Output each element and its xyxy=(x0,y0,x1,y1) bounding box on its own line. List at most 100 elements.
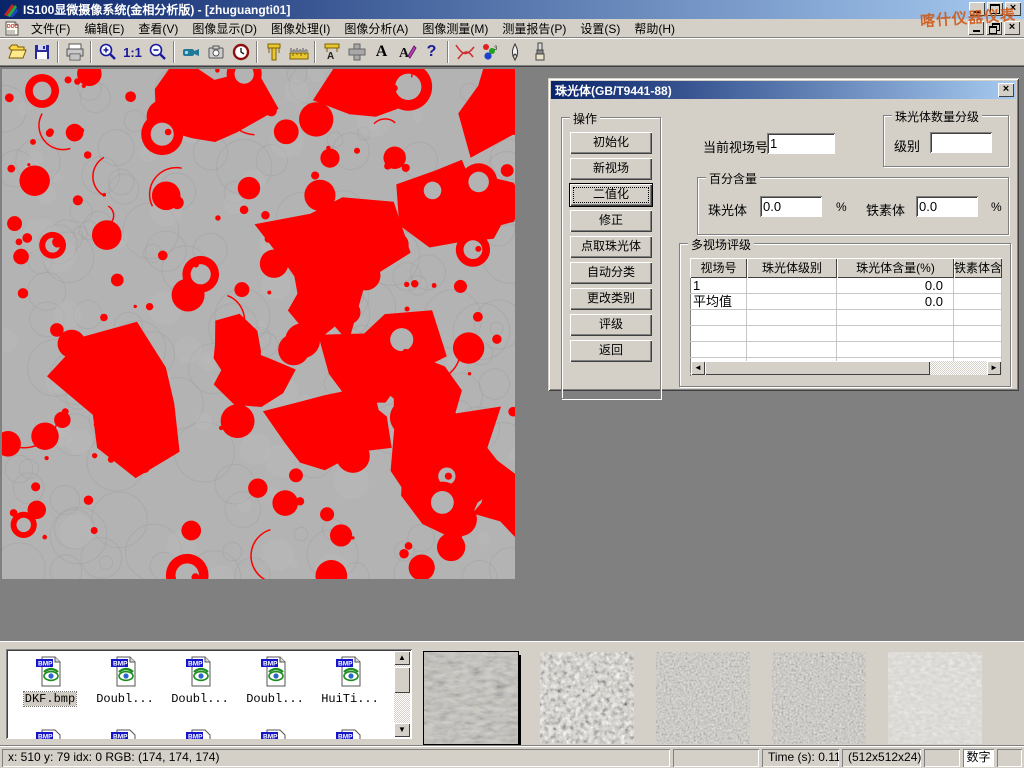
menu-measure-report[interactable]: 测量报告(P) xyxy=(495,19,573,38)
thumbnail-4[interactable] xyxy=(772,652,866,744)
help-button[interactable]: ? xyxy=(419,40,444,64)
menu-image-measure[interactable]: 图像测量(M) xyxy=(415,19,495,38)
scroll-thumb[interactable] xyxy=(394,667,410,693)
file-item-partial[interactable]: BMP xyxy=(314,727,386,739)
metallographic-image[interactable] xyxy=(2,69,515,579)
return-button[interactable]: 返回 xyxy=(570,340,652,362)
thumbnail-2[interactable] xyxy=(540,652,634,744)
change-class-button[interactable]: 更改类别 xyxy=(570,288,652,310)
minimize-button[interactable] xyxy=(969,2,985,16)
mdi-close-button[interactable]: × xyxy=(1004,21,1020,35)
grade-input[interactable] xyxy=(930,132,992,153)
dialog-close-button[interactable]: × xyxy=(998,83,1014,97)
rating-table[interactable]: 视场号 珠光体级别 珠光体含量(%) 铁素体含量(%) 1 0.0 平均值 0.… xyxy=(690,258,1002,376)
file-name[interactable]: Doubl... xyxy=(170,692,230,706)
zoom-in-icon xyxy=(98,42,118,62)
operations-group-label: 操作 xyxy=(570,110,600,127)
file-name[interactable]: Doubl... xyxy=(95,692,155,706)
col-field-no[interactable]: 视场号 xyxy=(690,258,747,278)
col-ferrite-content[interactable]: 铁素体含量(%) xyxy=(954,258,1002,278)
grid-tool-button[interactable] xyxy=(344,40,369,64)
text-tool-button[interactable]: A xyxy=(369,40,394,64)
svg-text:BMP: BMP xyxy=(263,734,278,740)
brush-tool-button[interactable] xyxy=(527,40,552,64)
file-item[interactable]: BMP DKF.bmp xyxy=(14,654,86,706)
close-button[interactable]: × xyxy=(1005,2,1021,16)
dialog-title-bar[interactable]: 珠光体(GB/T9441-88) × xyxy=(551,81,1016,99)
timer-button[interactable] xyxy=(228,40,253,64)
pen-tool-button[interactable] xyxy=(502,40,527,64)
snapshot-button[interactable] xyxy=(203,40,228,64)
col-pearlite-content[interactable]: 珠光体含量(%) xyxy=(837,258,954,278)
actual-size-button[interactable]: 1:1 xyxy=(120,40,145,64)
menu-image-processing[interactable]: 图像处理(I) xyxy=(264,19,337,38)
menu-image-display[interactable]: 图像显示(D) xyxy=(185,19,264,38)
rate-button[interactable]: 评级 xyxy=(570,314,652,336)
menu-view[interactable]: 查看(V) xyxy=(131,19,185,38)
file-item-partial[interactable]: BMP xyxy=(239,727,311,739)
title-bar: IS100显微摄像系统(金相分析版) - [zhuguangti01] × xyxy=(0,0,1024,19)
file-name-selected[interactable]: DKF.bmp xyxy=(24,692,76,706)
thumbnail-1[interactable] xyxy=(424,652,518,744)
scroll-track[interactable] xyxy=(705,361,987,375)
svg-text:3: 3 xyxy=(494,46,498,52)
menu-image-analysis[interactable]: 图像分析(A) xyxy=(337,19,415,38)
auto-classify-button[interactable]: 自动分类 xyxy=(570,262,652,284)
svg-text:BMP: BMP xyxy=(263,661,278,668)
pen-nib-icon xyxy=(506,42,524,62)
video-capture-button[interactable] xyxy=(178,40,203,64)
mdi-minimize-button[interactable] xyxy=(968,21,984,35)
correct-button[interactable]: 修正 xyxy=(570,210,652,232)
svg-text:A: A xyxy=(399,46,410,61)
grade-group-label: 珠光体数量分级 xyxy=(892,108,982,125)
svg-text:BMP: BMP xyxy=(38,661,53,668)
init-button[interactable]: 初始化 xyxy=(570,132,652,154)
thumbnail-3[interactable] xyxy=(656,652,750,744)
measure-label-button[interactable]: A xyxy=(319,40,344,64)
file-item[interactable]: BMP HuiTi... xyxy=(314,654,386,706)
scroll-up-arrow[interactable]: ▲ xyxy=(394,651,410,665)
menu-settings[interactable]: 设置(S) xyxy=(573,19,627,38)
pick-pearlite-button[interactable]: 点取珠光体 xyxy=(570,236,652,258)
thumbnail-5[interactable] xyxy=(888,652,982,744)
multifield-group-label: 多视场评级 xyxy=(688,236,754,253)
file-item[interactable]: BMP Doubl... xyxy=(164,654,236,706)
open-folder-icon xyxy=(7,42,27,62)
file-name[interactable]: HuiTi... xyxy=(320,692,380,706)
zoom-out-button[interactable] xyxy=(145,40,170,64)
table-row: 平均值 0.0 xyxy=(690,294,1002,310)
menu-help[interactable]: 帮助(H) xyxy=(627,19,682,38)
ruler-button[interactable] xyxy=(286,40,311,64)
new-field-button[interactable]: 新视场 xyxy=(570,158,652,180)
menu-edit[interactable]: 编辑(E) xyxy=(77,19,131,38)
col-pearlite-grade[interactable]: 珠光体级别 xyxy=(747,258,837,278)
current-field-input[interactable] xyxy=(767,133,835,154)
file-item[interactable]: BMP Doubl... xyxy=(239,654,311,706)
file-item-partial[interactable]: BMP xyxy=(164,727,236,739)
ferrite-percent-input[interactable] xyxy=(916,196,978,217)
scroll-thumb[interactable] xyxy=(705,361,930,375)
file-item-partial[interactable]: BMP xyxy=(89,727,161,739)
menu-file[interactable]: 文件(F) xyxy=(24,19,77,38)
annotate-tool-button[interactable]: A xyxy=(394,40,419,64)
file-item[interactable]: BMP Doubl... xyxy=(89,654,161,706)
marker-tool-button[interactable]: 3 xyxy=(477,40,502,64)
file-item-partial[interactable]: BMP xyxy=(14,727,86,739)
binarize-button[interactable]: 二值化 xyxy=(570,184,652,206)
open-button[interactable] xyxy=(4,40,29,64)
table-hscrollbar[interactable]: ◄ ► xyxy=(691,361,1001,375)
filelist-vscrollbar[interactable]: ▲ ▼ xyxy=(394,651,410,737)
pearlite-percent-input[interactable] xyxy=(760,196,822,217)
scroll-down-arrow[interactable]: ▼ xyxy=(394,723,410,737)
file-list[interactable]: BMP DKF.bmp BMP Doubl... BMP xyxy=(6,649,412,739)
maximize-button[interactable] xyxy=(987,2,1003,16)
caliper-measure-button[interactable] xyxy=(261,40,286,64)
curve-tool-button[interactable] xyxy=(452,40,477,64)
scroll-right-arrow[interactable]: ► xyxy=(987,361,1001,375)
zoom-in-button[interactable] xyxy=(95,40,120,64)
scroll-left-arrow[interactable]: ◄ xyxy=(691,361,705,375)
print-button[interactable] xyxy=(62,40,87,64)
save-button[interactable] xyxy=(29,40,54,64)
mdi-restore-button[interactable] xyxy=(986,21,1002,35)
file-name[interactable]: Doubl... xyxy=(245,692,305,706)
